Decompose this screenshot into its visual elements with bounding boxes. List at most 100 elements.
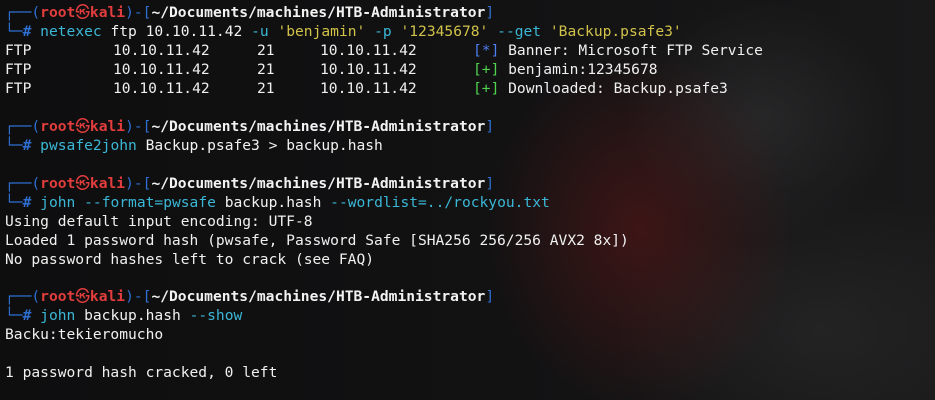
prompt-frame-mid: )-[	[125, 174, 152, 192]
prompt-frame-bottom: └─	[5, 23, 23, 40]
command-output: No password hashes left to crack (see FA…	[5, 250, 935, 269]
output-text: Using default input encoding: UTF-8	[5, 212, 313, 230]
prompt-user: root	[40, 288, 76, 306]
row-port: 21	[257, 42, 275, 59]
netexec-output-row: FTP 10.10.11.42 21 10.10.11.42 [+] Downloade…	[5, 79, 935, 98]
prompt-frame-bottom: └─	[5, 193, 23, 211]
command-argument: 'benjamin'	[277, 23, 366, 40]
prompt-frame-top: ┌──(	[5, 288, 41, 306]
command-line: └─# netexec ftp 10.10.11.42 -u 'benjamin…	[5, 22, 935, 41]
prompt-frame-bottom: └─	[5, 307, 23, 325]
command-argument: '12345678'	[400, 23, 489, 40]
prompt-frame-top: ┌──(	[5, 174, 41, 192]
command-output: Backu:tekieromucho	[5, 325, 935, 344]
prompt-cwd: ~/Documents/machines/HTB-Administrator	[151, 174, 486, 192]
command-argument: -u	[251, 23, 269, 40]
command-argument: --format=pwsafe	[84, 193, 216, 211]
command-program: john	[40, 307, 76, 325]
command-line: └─# pwsafe2john Backup.psafe3 > backup.h…	[5, 136, 935, 155]
command-argument: 'Backup.psafe3'	[549, 23, 682, 40]
command-argument	[541, 23, 550, 40]
row-ip: 10.10.11.42	[113, 42, 210, 59]
command-program: john	[40, 193, 76, 211]
prompt-user: root	[40, 174, 76, 192]
prompt-cwd: ~/Documents/machines/HTB-Administrator	[151, 117, 486, 135]
command-argument: --get	[497, 23, 542, 40]
prompt-cwd: ~/Documents/machines/HTB-Administrator	[151, 4, 486, 21]
row-host: 10.10.11.42	[320, 61, 417, 78]
prompt-cwd: ~/Documents/machines/HTB-Administrator	[151, 288, 486, 306]
row-ip: 10.10.11.42	[113, 80, 210, 97]
prompt-frame-mid: )-[	[125, 4, 152, 21]
netexec-output-row: FTP 10.10.11.42 21 10.10.11.42 [*] Banner: M…	[5, 41, 935, 60]
prompt-host: kali	[89, 117, 126, 135]
command-argument: backup.hash	[215, 193, 331, 211]
row-protocol: FTP	[5, 80, 32, 97]
prompt-at-symbol: ㉿	[75, 4, 90, 21]
prompt-at-symbol: ㉿	[75, 288, 90, 306]
row-status-tag: [*]	[473, 42, 500, 59]
row-status-tag: [+]	[473, 61, 500, 78]
command-argument: --show	[189, 307, 243, 325]
command-argument: --wordlist=../rockyou.txt	[330, 193, 550, 211]
output-text: Loaded 1 password hash (pwsafe, Password…	[5, 231, 629, 249]
prompt-header: ┌──(root㉿kali)-[~/Documents/machines/HTB…	[5, 117, 935, 136]
prompt-user: root	[40, 4, 76, 21]
command-output: Using default input encoding: UTF-8	[5, 212, 935, 231]
command-argument: backup.hash	[75, 307, 190, 325]
command-argument	[75, 194, 84, 211]
command-line: └─# john backup.hash --show	[5, 306, 935, 325]
command-argument: -p	[374, 23, 392, 40]
prompt-host: kali	[89, 288, 126, 306]
command-program: pwsafe2john	[40, 136, 137, 154]
prompt-frame-end: ]	[485, 4, 495, 21]
row-protocol: FTP	[5, 42, 32, 59]
row-ip: 10.10.11.42	[113, 61, 210, 78]
command-output: 1 password hash cracked, 0 left	[5, 363, 935, 382]
prompt-frame-bottom: └─	[5, 136, 23, 154]
command-argument	[488, 23, 497, 40]
prompt-frame-top: ┌──(	[5, 117, 41, 135]
output-text: Backu:tekieromucho	[5, 326, 164, 344]
command-output: Loaded 1 password hash (pwsafe, Password…	[5, 231, 935, 250]
row-port: 21	[257, 80, 275, 97]
command-program: netexec	[40, 23, 102, 40]
command-output	[5, 344, 935, 363]
row-host: 10.10.11.42	[320, 80, 417, 97]
terminal-window[interactable]: ┌──(root㉿kali)-[~/Documents/machines/HTB…	[0, 0, 935, 382]
netexec-output-row: FTP 10.10.11.42 21 10.10.11.42 [+] benjamin:…	[5, 60, 935, 79]
prompt-at-symbol: ㉿	[75, 117, 90, 135]
prompt-header: ┌──(root㉿kali)-[~/Documents/machines/HTB…	[5, 3, 935, 22]
prompt-host: kali	[89, 4, 126, 21]
row-port: 21	[257, 61, 275, 78]
row-protocol: FTP	[5, 61, 32, 78]
prompt-user: root	[40, 117, 76, 135]
row-status-tag: [+]	[473, 80, 500, 97]
output-text: 1 password hash cracked, 0 left	[5, 364, 278, 382]
row-message: Downloaded: Backup.psafe3	[499, 80, 728, 97]
prompt-frame-end: ]	[485, 174, 495, 192]
command-argument: Backup.psafe3 > backup.hash	[136, 136, 383, 154]
prompt-at-symbol: ㉿	[75, 174, 90, 192]
prompt-frame-end: ]	[485, 117, 495, 135]
row-host: 10.10.11.42	[320, 42, 417, 59]
prompt-frame-top: ┌──(	[5, 4, 41, 21]
command-line: └─# john --format=pwsafe backup.hash --w…	[5, 193, 935, 212]
row-message: Banner: Microsoft FTP Service	[499, 42, 763, 59]
prompt-frame-mid: )-[	[125, 117, 152, 135]
prompt-host: kali	[89, 174, 126, 192]
prompt-header: ┌──(root㉿kali)-[~/Documents/machines/HTB…	[5, 287, 935, 306]
prompt-frame-end: ]	[485, 288, 495, 306]
command-argument: ftp 10.10.11.42	[101, 23, 252, 40]
prompt-header: ┌──(root㉿kali)-[~/Documents/machines/HTB…	[5, 174, 935, 193]
command-argument	[365, 23, 374, 40]
output-text: No password hashes left to crack (see FA…	[5, 250, 375, 268]
row-message: benjamin:12345678	[499, 61, 658, 78]
